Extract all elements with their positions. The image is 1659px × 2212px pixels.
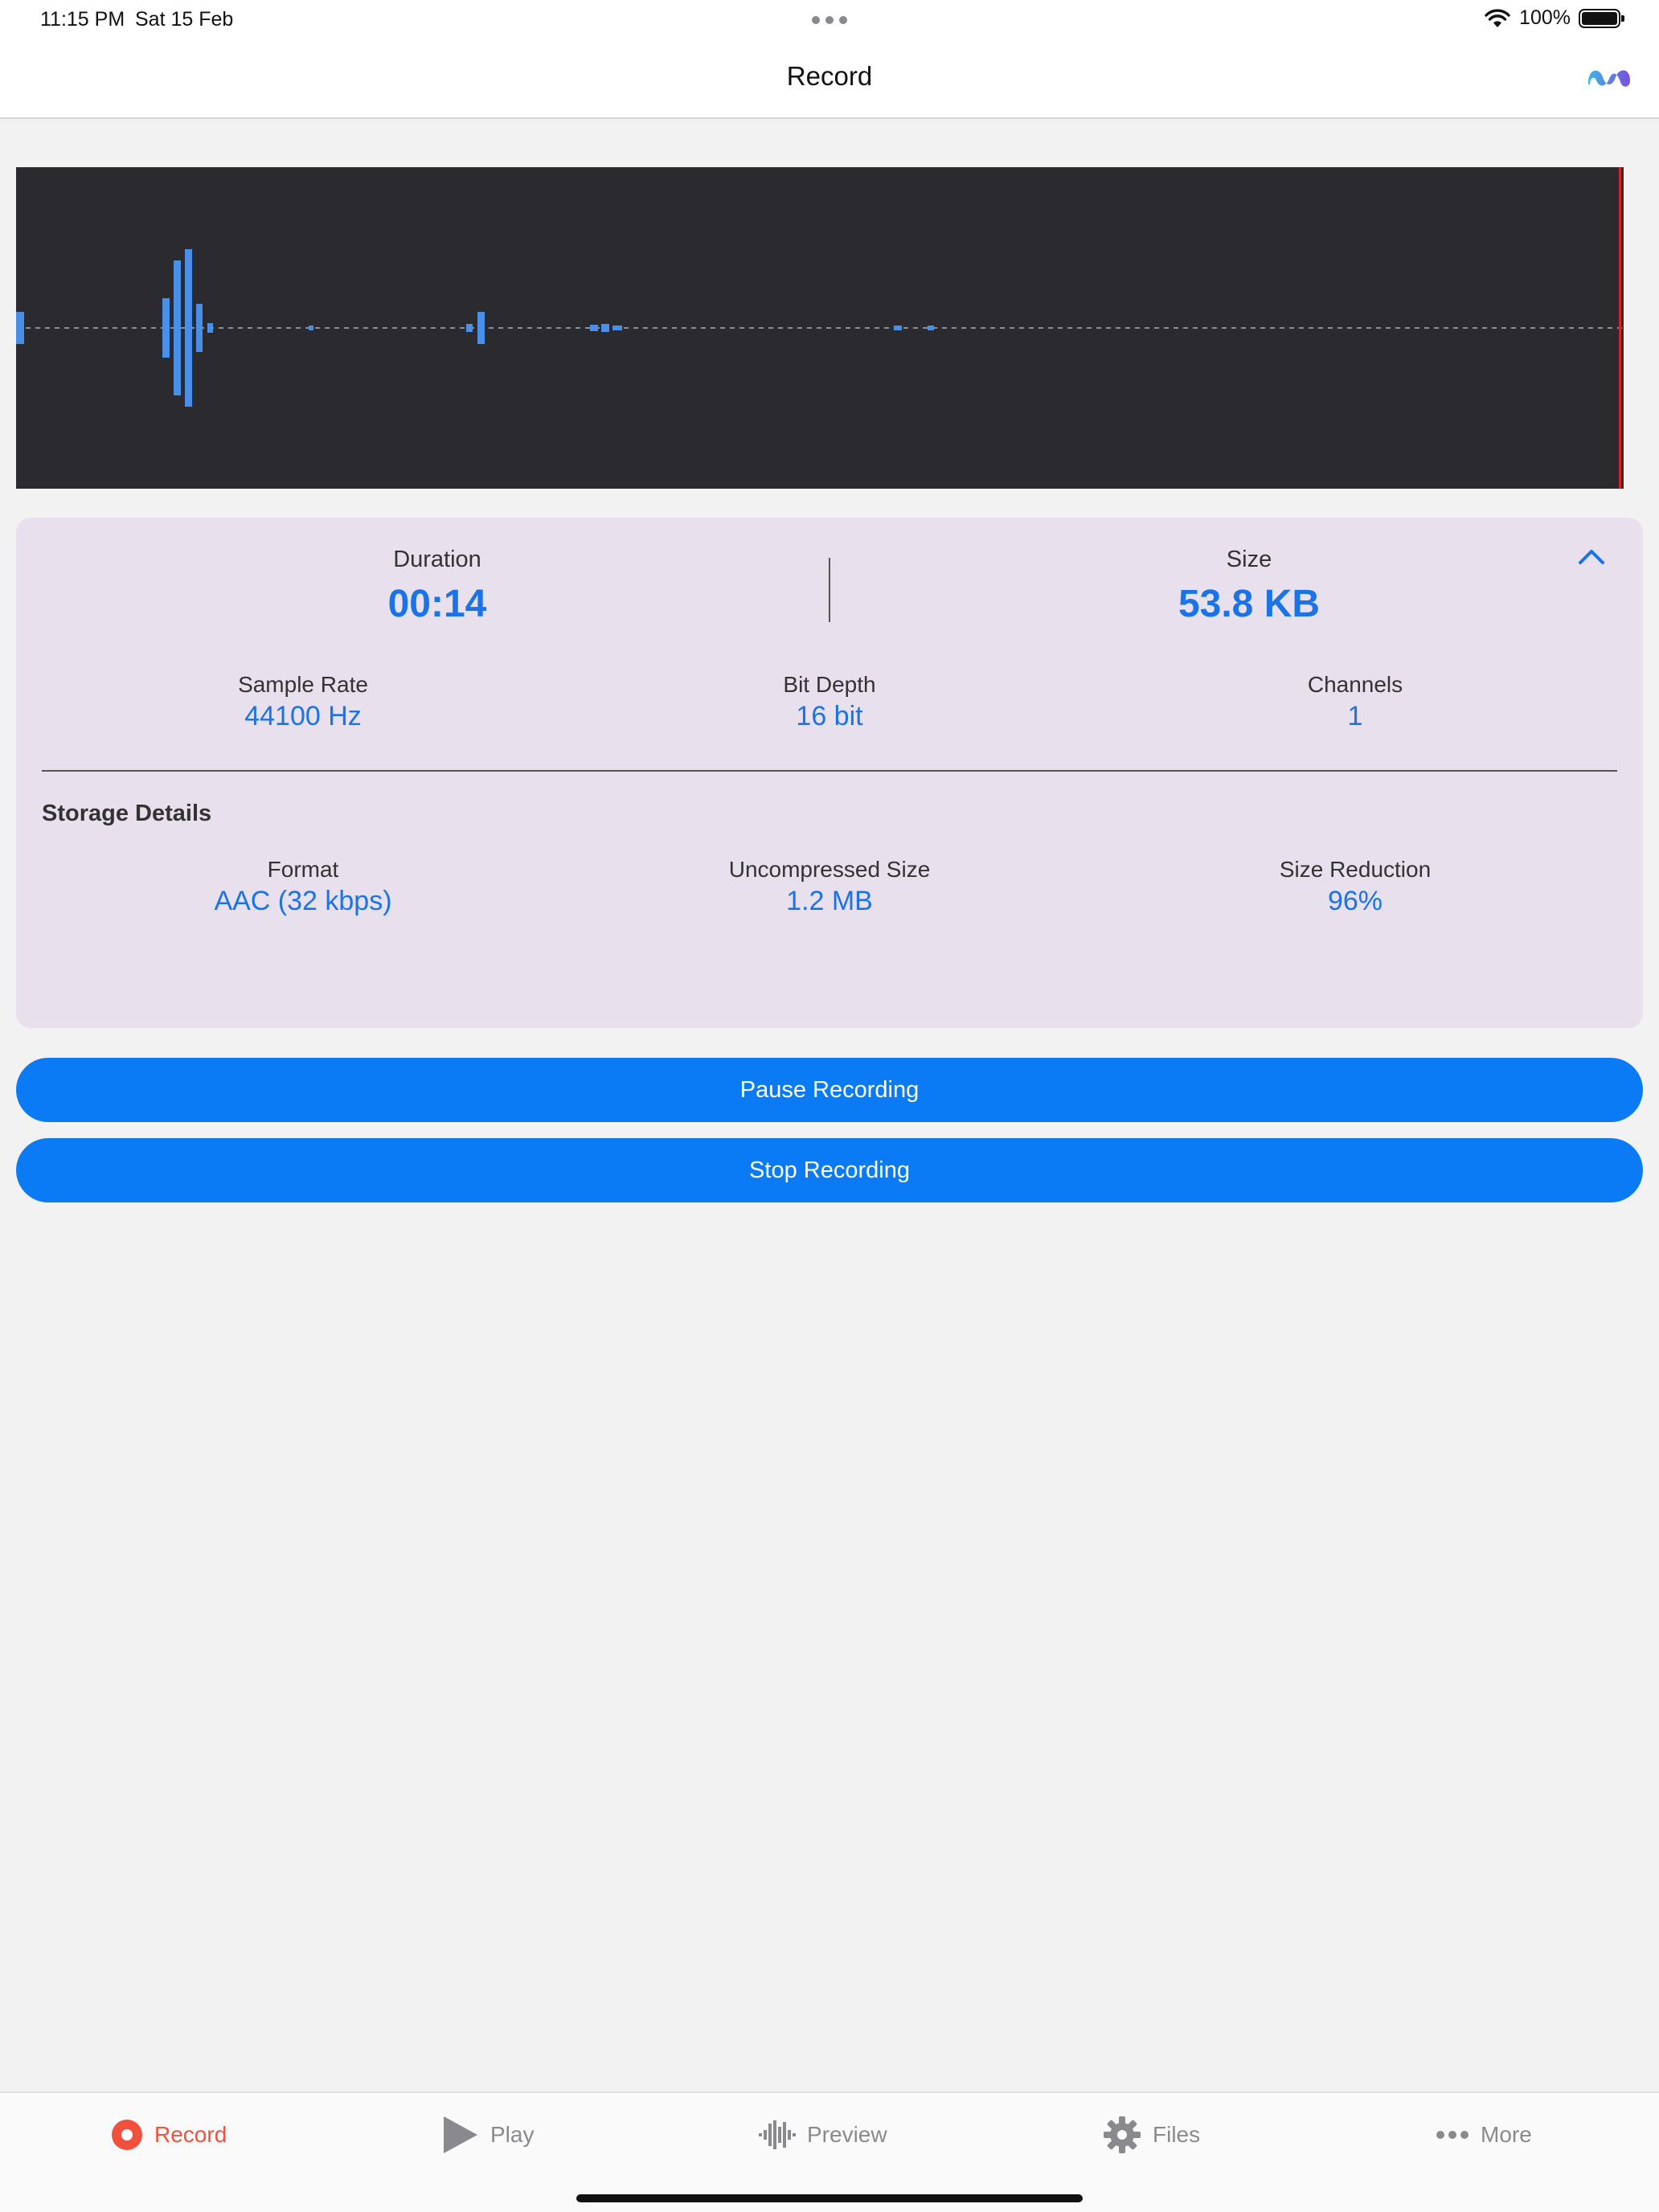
status-time: 11:15 PM bbox=[40, 8, 125, 31]
app-logo-icon[interactable] bbox=[1585, 61, 1633, 93]
waveform-bar bbox=[16, 312, 24, 344]
duration-value: 00:14 bbox=[387, 583, 487, 625]
tab-files-label: Files bbox=[1153, 2122, 1201, 2147]
waveform-display[interactable] bbox=[16, 167, 1624, 489]
chevron-up-icon[interactable] bbox=[1575, 545, 1608, 569]
battery-icon bbox=[1579, 8, 1624, 28]
tab-files[interactable]: Files bbox=[1103, 2111, 1200, 2159]
more-dots-icon bbox=[1436, 2131, 1469, 2139]
waveform-bar bbox=[477, 312, 485, 344]
duration-label: Duration bbox=[393, 547, 481, 572]
size-value: 53.8 KB bbox=[1178, 583, 1321, 625]
tab-more-label: More bbox=[1481, 2122, 1532, 2147]
play-icon bbox=[444, 2116, 477, 2153]
waveform-bar bbox=[207, 323, 213, 333]
waveform-bar bbox=[590, 325, 598, 331]
tab-play[interactable]: Play bbox=[442, 2111, 534, 2159]
waveform-canvas bbox=[16, 167, 1624, 489]
waveform-bar bbox=[196, 304, 203, 352]
stats-divider-horizontal bbox=[42, 770, 1617, 772]
waveform-bar bbox=[894, 326, 902, 330]
channels-label: Channels bbox=[1307, 672, 1403, 697]
size-reduction-value: 96% bbox=[1327, 886, 1383, 916]
tab-preview-label: Preview bbox=[807, 2122, 887, 2147]
status-indicators: 100% bbox=[1484, 6, 1624, 30]
playhead-line bbox=[1619, 167, 1621, 489]
waveform-bar bbox=[309, 326, 313, 330]
waveform-bar bbox=[185, 249, 192, 407]
format-label: Format bbox=[267, 857, 339, 882]
waveform-bar bbox=[601, 324, 609, 332]
size-reduction-label: Size Reduction bbox=[1279, 857, 1432, 882]
bit-depth-label: Bit Depth bbox=[783, 672, 876, 697]
multitasking-dots-icon[interactable] bbox=[812, 16, 847, 24]
status-date: Sat 15 Feb bbox=[135, 8, 234, 31]
waveform-bar bbox=[928, 326, 934, 330]
wifi-icon bbox=[1485, 8, 1510, 27]
waveform-icon bbox=[759, 2120, 796, 2149]
record-icon bbox=[112, 2120, 142, 2150]
page-title: Record bbox=[786, 61, 873, 91]
stats-divider-vertical bbox=[829, 558, 830, 622]
tab-more[interactable]: More bbox=[1436, 2111, 1532, 2159]
navigation-bar: Record bbox=[0, 40, 1659, 119]
stop-recording-button[interactable]: Stop Recording bbox=[16, 1138, 1643, 1202]
channels-value: 1 bbox=[1347, 701, 1363, 731]
tab-bar: Record Play Preview Files More bbox=[0, 2091, 1659, 2212]
battery-percentage: 100% bbox=[1519, 6, 1571, 29]
tab-preview[interactable]: Preview bbox=[759, 2111, 887, 2159]
sample-rate-label: Sample Rate bbox=[238, 672, 368, 697]
bit-depth-value: 16 bit bbox=[796, 701, 863, 731]
uncompressed-size-label: Uncompressed Size bbox=[728, 857, 931, 882]
tab-record-label: Record bbox=[154, 2122, 227, 2147]
waveform-bar bbox=[174, 260, 181, 395]
pause-recording-button[interactable]: Pause Recording bbox=[16, 1058, 1643, 1122]
gear-icon bbox=[1104, 2116, 1141, 2153]
format-value: AAC (32 kbps) bbox=[214, 886, 392, 916]
storage-details-heading: Storage Details bbox=[42, 801, 212, 826]
tab-play-label: Play bbox=[490, 2122, 535, 2147]
tab-record[interactable]: Record bbox=[111, 2111, 227, 2159]
status-bar: 11:15 PM Sat 15 Feb 100% bbox=[0, 0, 1659, 40]
waveform-bar bbox=[466, 324, 473, 332]
sample-rate-value: 44100 Hz bbox=[244, 701, 362, 731]
waveform-bar bbox=[162, 298, 170, 358]
uncompressed-size-value: 1.2 MB bbox=[786, 886, 873, 916]
home-indicator[interactable] bbox=[576, 2194, 1083, 2202]
recording-info-panel: Duration 00:14 Size 53.8 KB Sample Rate … bbox=[16, 518, 1643, 1028]
size-label: Size bbox=[1226, 547, 1272, 572]
waveform-bar bbox=[612, 326, 622, 330]
